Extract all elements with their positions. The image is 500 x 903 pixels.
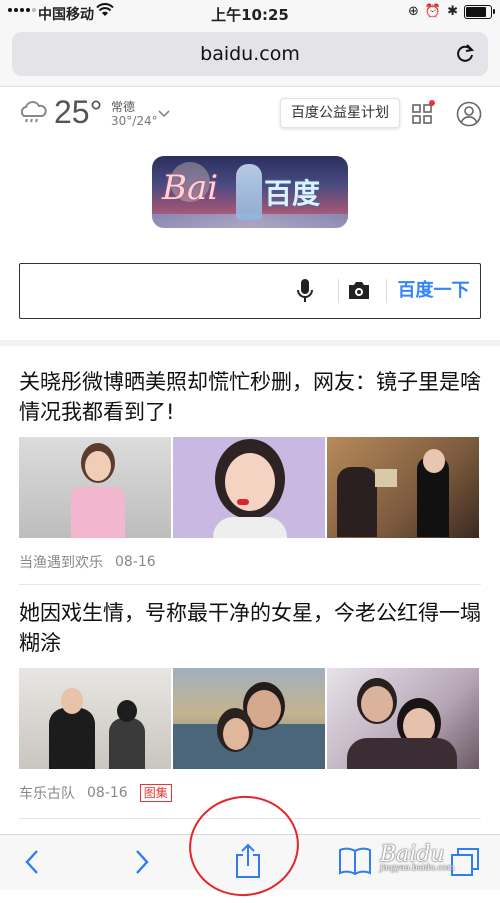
temperature: 25°	[54, 94, 103, 130]
news-images	[19, 668, 481, 769]
chevron-down-icon[interactable]	[158, 110, 170, 118]
news-divider	[19, 584, 481, 585]
bluetooth-icon: ✱	[447, 4, 458, 19]
rain-cloud-icon	[20, 101, 47, 123]
news-photo[interactable]	[327, 668, 479, 769]
news-photo[interactable]	[19, 437, 171, 538]
tabs-icon[interactable]	[450, 847, 480, 877]
search-box[interactable]: 百度一下	[19, 263, 481, 319]
microphone-icon[interactable]	[296, 278, 314, 304]
camera-icon[interactable]	[348, 280, 370, 300]
battery-icon	[464, 4, 495, 19]
apps-grid-icon[interactable]	[412, 104, 432, 124]
notification-dot	[429, 100, 435, 106]
news-photo[interactable]	[19, 668, 171, 769]
watermark-sub: jingyan.baidu.com	[380, 863, 455, 872]
gallery-tag: 图集	[139, 784, 172, 802]
divider	[338, 279, 339, 303]
news-item[interactable]: 关晓彤微博晒美照却慌忙秒删，网友：镜子里是啥情况我都看到了! 当渔遇到欢乐 08…	[19, 367, 481, 572]
news-source: 当渔遇到欢乐	[19, 555, 103, 571]
back-icon[interactable]	[22, 847, 42, 877]
baidu-jingyan-watermark: Baidu jingyan.baidu.com	[380, 842, 454, 872]
bookmarks-icon[interactable]	[338, 846, 372, 876]
news-meta: 当渔遇到欢乐 08-16	[19, 552, 481, 572]
logo-text-du: 百度	[264, 177, 321, 210]
user-icon[interactable]	[456, 101, 482, 127]
news-item[interactable]: 她因戏生情，号称最干净的女星，今老公红得一塌糊涂 车乐古队 08-16 图集	[19, 598, 481, 803]
news-title[interactable]: 她因戏生情，号称最干净的女星，今老公红得一塌糊涂	[19, 598, 481, 658]
baidu-logo[interactable]: Bai 百度	[152, 156, 348, 228]
status-bar: 中国移动 上午10:25 ⊕ ⏰ ✱	[0, 0, 500, 26]
news-photo[interactable]	[173, 437, 325, 538]
news-date: 08-16	[87, 785, 128, 801]
url-text: baidu.com	[200, 43, 300, 65]
news-title[interactable]: 关晓彤微博晒美照却慌忙秒删，网友：镜子里是啥情况我都看到了!	[19, 367, 481, 427]
news-images	[19, 437, 481, 538]
address-bar[interactable]: baidu.com	[12, 32, 488, 76]
figure-decoration	[236, 164, 262, 220]
section-divider	[0, 340, 500, 346]
news-source: 车乐古队	[19, 786, 75, 802]
news-date: 08-16	[115, 554, 156, 570]
forward-icon[interactable]	[132, 847, 152, 877]
search-button[interactable]: 百度一下	[387, 264, 480, 318]
news-photo[interactable]	[173, 668, 325, 769]
news-photo[interactable]	[327, 437, 479, 538]
alarm-icon: ⏰	[424, 4, 442, 19]
city-name: 常德	[111, 100, 136, 114]
reload-icon[interactable]	[454, 42, 476, 64]
logo-text-bai: Bai	[162, 168, 219, 208]
promo-tooltip[interactable]: 百度公益星计划	[280, 98, 400, 128]
address-bar-area: baidu.com	[0, 26, 500, 87]
orientation-lock-icon: ⊕	[408, 4, 419, 19]
